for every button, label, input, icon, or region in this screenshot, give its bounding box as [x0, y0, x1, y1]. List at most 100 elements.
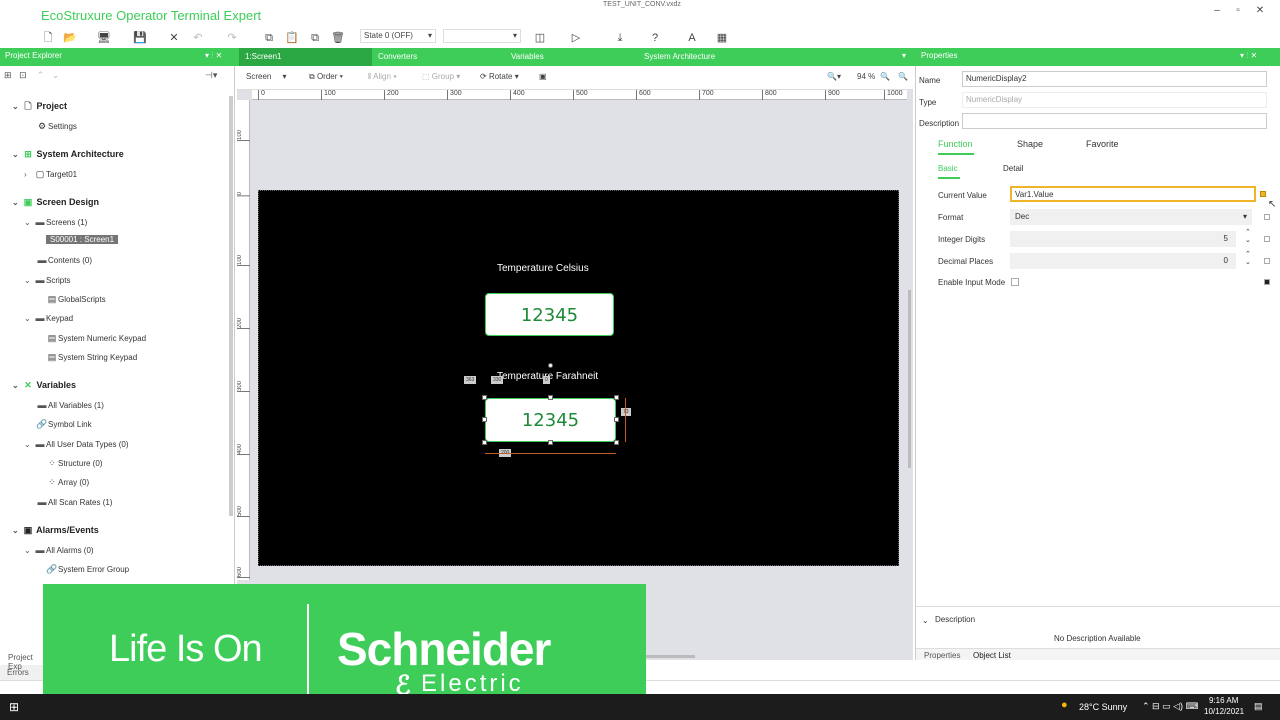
weather-text[interactable]: 28°C Sunny [1079, 702, 1127, 712]
tree-scan-rates[interactable]: ▬ All Scan Rates (1) [36, 495, 113, 509]
resize-handle[interactable] [548, 395, 553, 400]
chevron-down-icon[interactable]: ⌄ [24, 274, 34, 288]
tree-system-error-group[interactable]: 🔗System Error Group [46, 562, 129, 576]
tree-structure[interactable]: ⁘ Structure (0) [46, 456, 102, 470]
delete-icon[interactable]: ✕ [166, 31, 182, 45]
design-canvas[interactable]: Temperature Celsius 12345 Temperature Fa… [258, 190, 899, 566]
paste-icon[interactable]: 📋 [284, 31, 300, 45]
run-simulator-icon[interactable]: ▷ [568, 31, 584, 45]
description-field[interactable] [962, 113, 1267, 129]
grid-icon[interactable]: ▦ [714, 31, 730, 45]
transfer-icon[interactable]: ⤓ [612, 31, 628, 45]
redo-icon[interactable]: ↷ [224, 31, 240, 45]
tree-user-data-types[interactable]: ⌄ ▬ All User Data Types (0) [24, 437, 129, 451]
enable-input-binding-icon[interactable] [1264, 279, 1270, 285]
tree-settings[interactable]: ⚙ Settings [36, 119, 77, 133]
numeric-display-farahneit[interactable]: 12345 [485, 398, 616, 442]
zoom-fit-icon[interactable]: 🔍 [880, 72, 890, 81]
tree-system-architecture[interactable]: ⌄ ⊞ System Architecture [12, 147, 124, 161]
pane-menu-icon[interactable]: ▾ ⫶ ✕ [205, 51, 222, 61]
align-dropdown[interactable]: ⫴ Align ▾ [368, 72, 397, 82]
new-file-icon[interactable]: 🗋 [40, 31, 56, 45]
undo-icon[interactable]: ↶ [190, 31, 206, 45]
new-folder-icon[interactable]: ⊡ [19, 70, 27, 80]
label-celsius[interactable]: Temperature Celsius [497, 263, 589, 274]
save-icon[interactable]: 💾 [132, 31, 148, 45]
name-field[interactable]: NumericDisplay2 [962, 71, 1267, 87]
clock-date[interactable]: 10/12/2021 [1204, 707, 1244, 716]
pane-menu-icon[interactable]: ▾ ⫶ ✕ [1240, 51, 1257, 61]
tree-screens[interactable]: ⌄ ▬ Screens (1) [24, 215, 87, 229]
zoom-level[interactable]: 94 % [857, 72, 875, 81]
rotate-dropdown[interactable]: ⟳ Rotate ▾ [480, 72, 519, 81]
help-icon[interactable]: ? [647, 31, 663, 45]
tree-screen1[interactable]: S00001 : Screen1 [46, 233, 119, 247]
numeric-display-celsius[interactable]: 12345 [485, 293, 614, 336]
tree-global-scripts[interactable]: ▤ GlobalScripts [46, 292, 106, 306]
tab-shape[interactable]: Shape [1017, 139, 1043, 149]
bind-variable-icon[interactable] [1260, 191, 1266, 197]
chevron-down-icon[interactable]: ⌄ [12, 148, 22, 162]
tab-object-list[interactable]: Object List [973, 651, 1011, 660]
screen-dropdown[interactable]: Screen ▾ [246, 72, 287, 81]
close-button[interactable]: ✕ [1250, 4, 1270, 18]
tab-properties[interactable]: Properties [924, 651, 960, 660]
open-folder-icon[interactable]: 📂 [62, 31, 78, 45]
integer-digits-field[interactable]: 5 [1010, 231, 1236, 247]
clock-time[interactable]: 9:16 AM [1209, 696, 1238, 705]
explorer-scrollbar[interactable] [229, 96, 233, 516]
resize-handle[interactable] [548, 440, 553, 445]
tree-keypad[interactable]: ⌄ ▬ Keypad [24, 311, 73, 325]
download-target-icon[interactable]: 🖥 [96, 31, 112, 45]
tree-array[interactable]: ⁘ Array (0) [46, 475, 89, 489]
zoom-out-icon[interactable]: 🔍▾ [827, 72, 841, 81]
chevron-down-icon[interactable]: ⌄ [922, 616, 929, 625]
chevron-down-icon[interactable]: ⌄ [24, 312, 34, 326]
decimal-places-stepper[interactable]: ⌃ ⌄ [1245, 251, 1251, 267]
integer-digits-binding-icon[interactable] [1264, 236, 1270, 242]
format-binding-icon[interactable] [1264, 214, 1270, 220]
enable-input-mode-checkbox[interactable] [1011, 278, 1019, 286]
minimize-button[interactable]: – [1207, 4, 1227, 18]
tab-function[interactable]: Function [938, 139, 973, 149]
tree-alarms-events[interactable]: ⌄ ▣ Alarms/Events [12, 523, 99, 537]
add-folder-icon[interactable]: ⊞ [4, 70, 12, 80]
integer-digits-stepper[interactable]: ⌃ ⌄ [1245, 229, 1251, 245]
chevron-down-icon[interactable]: ⌄ [24, 438, 34, 452]
trash-icon[interactable]: 🗑 [330, 31, 346, 45]
tree-symbol-link[interactable]: 🔗Symbol Link [36, 417, 91, 431]
chevron-right-icon[interactable]: › [24, 168, 34, 182]
chevron-down-icon[interactable]: ⌄ [12, 379, 22, 393]
pin-icon[interactable]: ⊣▾ [205, 70, 217, 81]
secondary-select[interactable]: ▾ [443, 29, 521, 43]
zoom-in-icon[interactable]: 🔍 [898, 72, 908, 81]
resize-handle[interactable] [482, 417, 487, 422]
notifications-icon[interactable]: ▤ [1254, 701, 1263, 712]
tab-screen1[interactable]: 1:Screen1 [239, 48, 372, 66]
decimal-places-binding-icon[interactable] [1264, 258, 1270, 264]
chevron-down-icon[interactable]: ⌄ [12, 100, 22, 114]
rotate-handle[interactable] [548, 363, 553, 368]
format-select[interactable]: Dec ▾ [1010, 209, 1252, 225]
tray-icons[interactable]: ⌃ ⊟ ▭ ◁) ⌨ [1142, 701, 1199, 712]
subtab-detail[interactable]: Detail [1003, 164, 1023, 173]
resize-handle[interactable] [614, 395, 619, 400]
subtab-basic[interactable]: Basic [938, 164, 958, 173]
maximize-button[interactable]: ▫ [1228, 4, 1248, 18]
resize-handle[interactable] [482, 395, 487, 400]
chevron-down-icon[interactable]: ⌄ [12, 524, 22, 538]
doc-tabs-menu-icon[interactable]: ▾ [902, 51, 906, 60]
tab-system-architecture[interactable]: System Architecture [638, 48, 771, 66]
tree-scripts[interactable]: ⌄ ▬ Scripts [24, 273, 70, 287]
group-dropdown[interactable]: ⬚ Group ▾ [422, 72, 460, 81]
chevron-down-icon[interactable]: ⌄ [12, 196, 22, 210]
tree-all-alarms[interactable]: ⌄ ▬ All Alarms (0) [24, 543, 94, 557]
tree-variables[interactable]: ⌄ ✕ Variables [12, 378, 76, 392]
tree-all-variables[interactable]: ▬ All Variables (1) [36, 398, 104, 412]
tree-project[interactable]: ⌄ 🗋 Project [12, 99, 67, 113]
tab-errors[interactable]: Errors [7, 668, 29, 677]
tree-target01[interactable]: › ▢ Target01 [24, 167, 77, 181]
tree-string-keypad[interactable]: ▤ System String Keypad [46, 350, 137, 364]
duplicate-icon[interactable]: ⧉ [307, 31, 323, 45]
move-up-icon[interactable]: ⌃ [37, 70, 45, 80]
